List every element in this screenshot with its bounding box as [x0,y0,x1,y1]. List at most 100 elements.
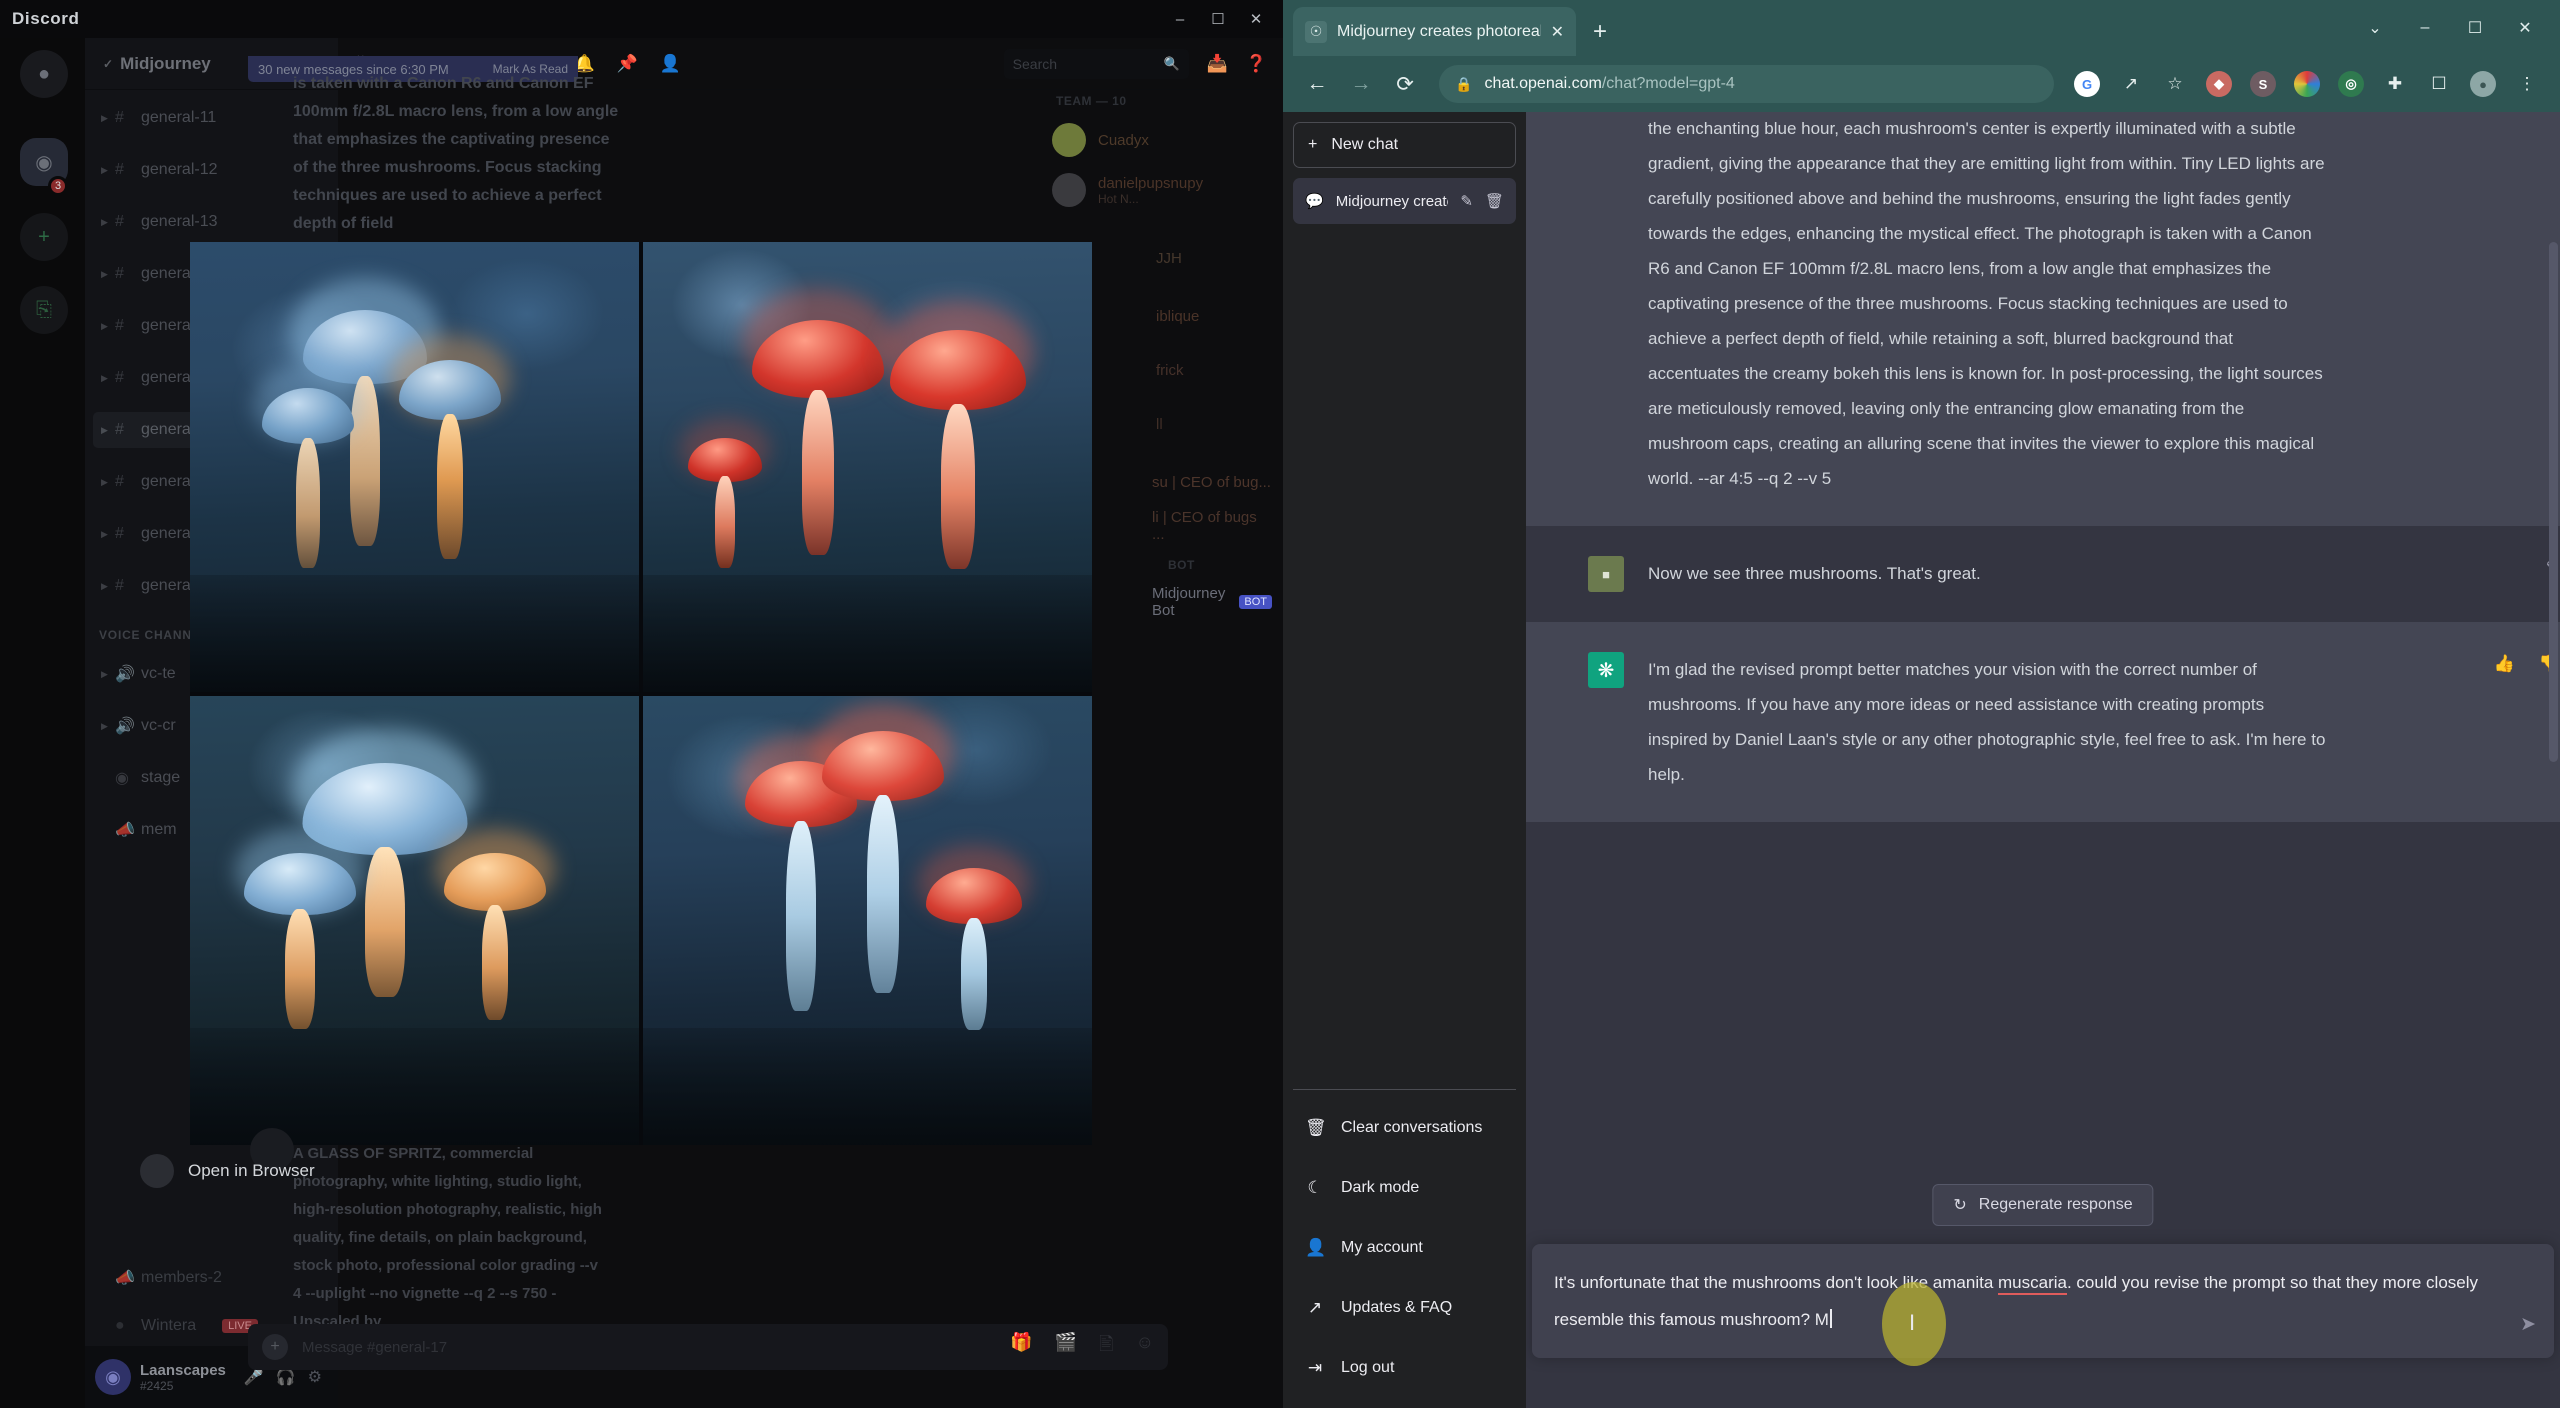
discord-window-controls: – ☐ ✕ [1161,0,1275,38]
message-inner: ❋ I'm glad the revised prompt better mat… [1526,652,2560,792]
chevron-right-icon: ▶ [101,720,108,731]
thumbs-up-icon[interactable]: 👍 [2494,654,2515,674]
sidebar-item-dark-mode[interactable]: ☾ Dark mode [1293,1158,1516,1218]
discord-member-row[interactable]: Cuadyx [1052,118,1272,162]
browser-maximize-button[interactable]: ☐ [2450,0,2500,56]
midjourney-image-4[interactable] [643,695,1092,1145]
discord-add-server-button[interactable]: + [20,213,68,261]
hash-icon: # [115,577,124,594]
inbox-icon[interactable]: 📥 [1207,54,1228,74]
discord-home-button[interactable]: ● [20,50,68,98]
bookmark-star-icon[interactable]: ☆ [2156,65,2194,103]
discord-member-row[interactable]: su | CEO of bug... [1052,460,1272,504]
discord-member-row[interactable]: li | CEO of bugs ... [1052,504,1272,548]
headphones-icon[interactable]: 🎧 [276,1367,296,1387]
forward-icon[interactable]: → [1341,64,1381,104]
sidebar-panel-icon[interactable]: ☐ [2420,65,2458,103]
sidebar-item-updates-faq[interactable]: ↗ Updates & FAQ [1293,1278,1516,1338]
chatgpt-sidebar: + New chat 💬 Midjourney creates pho ✎ 🗑 … [1283,112,1526,1408]
external-link-icon: ↗ [1307,1298,1323,1317]
browser-close-button[interactable]: ✕ [2500,0,2550,56]
discord-message-input[interactable]: + Message #general-17 🎁 🎬 🖹 ☺ [248,1324,1168,1370]
discord-message-text: is taken with a Canon R6 and Canon EF 10… [293,75,619,232]
channel-label: members-2 [141,1269,222,1286]
pencil-icon[interactable]: ✎ [1460,192,1473,210]
midjourney-image-2[interactable] [643,242,1092,692]
new-tab-button[interactable]: + [1593,18,1607,46]
discord-maximize-button[interactable]: ☐ [1199,0,1237,38]
discord-member-row[interactable]: ll [1052,402,1272,446]
discord-member-row[interactable]: frick [1052,348,1272,392]
chevron-right-icon: ▶ [101,424,108,435]
extension-brave-icon[interactable]: ◆ [2200,65,2238,103]
chat-thread[interactable]: ❋ macro photography style of Daniel Laan… [1526,112,2560,1168]
discord-user-identity: Laanscapes #2425 [140,1362,226,1393]
channel-label: general-13 [141,213,218,230]
conversation-item[interactable]: 💬 Midjourney creates pho ✎ 🗑 [1293,178,1516,224]
discord-bot-row[interactable]: Midjourney Bot BOT [1052,580,1272,624]
sidebar-item-clear-conversations[interactable]: 🗑 Clear conversations [1293,1098,1516,1158]
share-icon[interactable]: ↗ [2112,65,2150,103]
refresh-icon: ↻ [1953,1197,1967,1214]
close-icon[interactable]: ✕ [1551,22,1564,42]
google-icon[interactable]: G [2068,65,2106,103]
attach-plus-icon[interactable]: + [262,1334,288,1360]
profile-avatar[interactable]: ● [2464,65,2502,103]
microphone-icon[interactable]: 🎤 [244,1367,264,1387]
midjourney-image-grid[interactable] [190,242,1092,1145]
extension-color-wheel-icon[interactable] [2288,65,2326,103]
discord-user-avatar[interactable]: ◉ [95,1359,131,1395]
mushroom [917,845,1030,1030]
member-name: iblique [1156,307,1200,325]
message-text: Now we see three mushrooms. That's great… [1648,564,1981,583]
address-bar[interactable]: 🔒 chat.openai.com/chat?model=gpt-4 [1439,65,2054,103]
back-icon[interactable]: ← [1297,64,1337,104]
open-in-browser-label[interactable]: Open in Browser [188,1161,315,1181]
extension-target-icon[interactable]: ◎ [2332,65,2370,103]
regenerate-response-button[interactable]: ↻ Regenerate response [1932,1184,2154,1226]
more-menu-icon[interactable]: ⋮ [2508,65,2546,103]
midjourney-image-1[interactable] [190,242,639,692]
sidebar-item-label: Log out [1341,1359,1395,1376]
chevron-right-icon: ▶ [101,112,108,123]
discord-close-button[interactable]: ✕ [1237,0,1275,38]
open-in-browser-row[interactable]: Open in Browser [140,1148,365,1194]
sidebar-item-log-out[interactable]: ⇥ Log out [1293,1338,1516,1398]
person-icon: 👤 [1305,1238,1327,1257]
trash-icon[interactable]: 🗑 [1485,192,1504,210]
thread-scrollbar[interactable] [2549,242,2558,762]
extensions-puzzle-icon[interactable]: ✚ [2376,65,2414,103]
sidebar-item-my-account[interactable]: 👤 My account [1293,1218,1516,1278]
help-icon[interactable]: ❓ [1246,54,1267,74]
discord-bot-section-label: BOT [1168,558,1195,572]
mushroom [235,828,365,1029]
browser-history-chevron-icon[interactable]: ⌄ [2350,0,2400,56]
discord-member-row[interactable]: danielpupsnupy Hot N... [1052,168,1272,212]
new-chat-button[interactable]: + New chat [1293,122,1516,168]
gear-icon[interactable]: ⚙ [308,1367,322,1387]
discord-member-row[interactable]: iblique [1052,294,1272,338]
browser-minimize-button[interactable]: – [2400,0,2450,56]
discord-minimize-button[interactable]: – [1161,0,1199,38]
bot-badge: BOT [1239,595,1272,609]
member-list-icon[interactable]: 👤 [660,54,681,74]
browser-window-controls: ⌄ – ☐ ✕ [2350,0,2550,56]
hash-icon: # [115,369,124,386]
message-input[interactable]: It's unfortunate that the mushrooms don'… [1532,1244,2554,1358]
channel-label: general-12 [141,161,218,178]
discord-member-row[interactable]: JJH [1052,236,1272,280]
text-cursor-icon: I [1909,1310,1916,1335]
browser-tab-active[interactable]: ☉ Midjourney creates photorealisti ✕ [1293,7,1576,56]
send-paper-plane-icon[interactable]: ➤ [2520,1313,2536,1336]
message-assistant: ❋ macro photography style of Daniel Laan… [1526,112,2560,526]
sidebar-item-label: Updates & FAQ [1341,1299,1453,1316]
reload-icon[interactable]: ⟳ [1385,64,1425,104]
extension-s-icon[interactable]: S [2244,65,2282,103]
discord-members-header: TEAM — 10 [1056,94,1127,108]
gift-icon[interactable]: 🎁 [1010,1332,1032,1362]
discord-search-input[interactable]: Search 🔍 [1003,48,1189,79]
midjourney-image-3[interactable] [190,695,639,1145]
hash-icon: # [115,213,124,230]
discord-explore-servers-button[interactable]: ⎘ [20,286,68,334]
sidebar-item-label: Dark mode [1341,1179,1420,1196]
